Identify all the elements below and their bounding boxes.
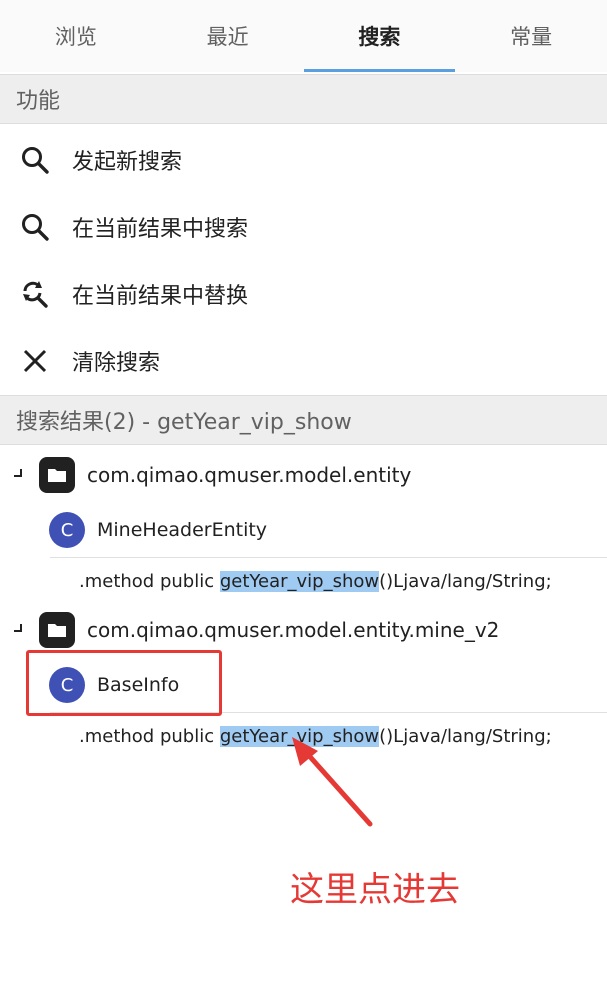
new-search-item[interactable]: 发起新搜索 <box>0 126 607 193</box>
method-row[interactable]: .method public getYear_vip_show ()Ljava/l… <box>79 558 607 604</box>
replace-in-results-item[interactable]: 在当前结果中替换 <box>0 260 607 327</box>
method-prefix: .method public <box>79 725 220 747</box>
search-icon <box>20 212 50 242</box>
method-match-highlight: getYear_vip_show <box>219 725 380 747</box>
method-prefix: .method public <box>79 570 220 592</box>
clear-search-label: 清除搜索 <box>72 350 161 376</box>
replace-icon <box>20 279 50 309</box>
clear-search-item[interactable]: 清除搜索 <box>0 327 607 394</box>
functions-header: 功能 <box>0 74 607 124</box>
app-root: 浏览 最近 搜索 常量 功能 发起新搜索 在当前结果中搜索 在当前结果中替换 清… <box>0 0 607 985</box>
replace-in-results-label: 在当前结果中替换 <box>72 283 249 309</box>
close-icon <box>20 346 50 376</box>
tab-constants[interactable]: 常量 <box>455 0 607 72</box>
method-row[interactable]: .method public getYear_vip_show ()Ljava/l… <box>79 713 607 759</box>
tab-search[interactable]: 搜索 <box>303 0 456 72</box>
method-suffix: ()Ljava/lang/String; <box>379 725 552 747</box>
tree-collapse-icon[interactable] <box>14 624 22 632</box>
tab-browse[interactable]: 浏览 <box>0 0 152 72</box>
method-suffix: ()Ljava/lang/String; <box>379 570 552 592</box>
new-search-label: 发起新搜索 <box>72 149 183 175</box>
annotation-text: 这里点进去 <box>290 870 460 910</box>
class-row[interactable]: C MineHeaderEntity <box>0 502 607 558</box>
method-match-highlight: getYear_vip_show <box>219 570 380 592</box>
search-icon <box>20 145 50 175</box>
tab-recent[interactable]: 最近 <box>152 0 304 72</box>
folder-icon <box>39 612 75 648</box>
search-in-results-item[interactable]: 在当前结果中搜索 <box>0 193 607 260</box>
class-icon: C <box>49 512 85 548</box>
search-in-results-label: 在当前结果中搜索 <box>72 216 249 242</box>
class-name: MineHeaderEntity <box>97 519 268 541</box>
folder-icon <box>39 457 75 493</box>
tree-collapse-icon[interactable] <box>14 469 22 477</box>
annotation-highlight-box <box>26 650 222 716</box>
package-name: com.qimao.qmuser.model.entity <box>87 463 412 487</box>
package-name: com.qimao.qmuser.model.entity.mine_v2 <box>87 618 500 642</box>
tab-bar: 浏览 最近 搜索 常量 <box>0 0 607 72</box>
package-row[interactable]: com.qimao.qmuser.model.entity <box>0 447 607 503</box>
results-header: 搜索结果(2) - getYear_vip_show <box>0 395 607 445</box>
